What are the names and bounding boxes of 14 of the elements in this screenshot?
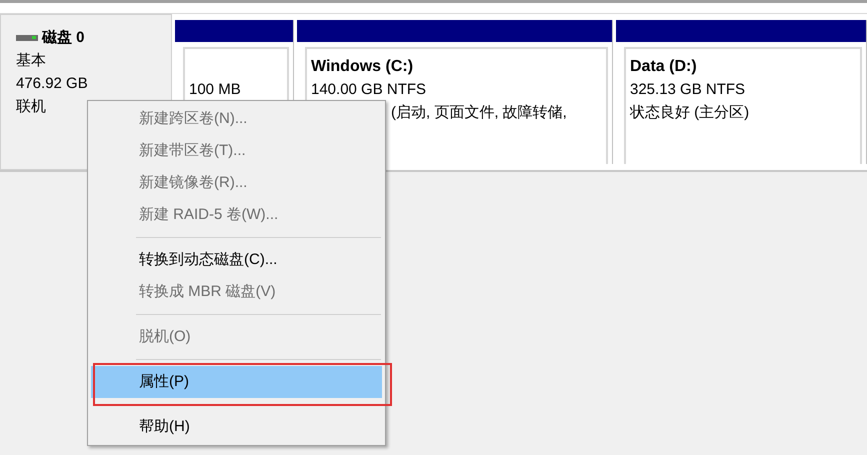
partition-info: 325.13 GB NTFS bbox=[630, 81, 746, 98]
partition-title: Data (D:) bbox=[630, 57, 698, 77]
partition-info: 状态良好 (主分区) bbox=[630, 104, 750, 121]
disk-name: 磁盘 0 bbox=[42, 28, 85, 48]
disk-type: 基本 bbox=[16, 51, 46, 71]
partition-info: 140.00 GB NTFS bbox=[311, 81, 426, 98]
menu-item[interactable]: 转换到动态磁盘(C)... bbox=[91, 244, 382, 276]
menu-item[interactable]: 帮助(H) bbox=[91, 411, 382, 443]
disk-status: 联机 bbox=[16, 97, 46, 117]
partition-info: 100 MB bbox=[189, 81, 241, 98]
menu-item[interactable]: 属性(P) bbox=[91, 366, 382, 398]
partition-info: (启动, 页面文件, 故障转储, bbox=[391, 104, 567, 121]
disk-size: 476.92 GB bbox=[16, 74, 88, 94]
partition-title: Windows (C:) bbox=[311, 57, 414, 77]
